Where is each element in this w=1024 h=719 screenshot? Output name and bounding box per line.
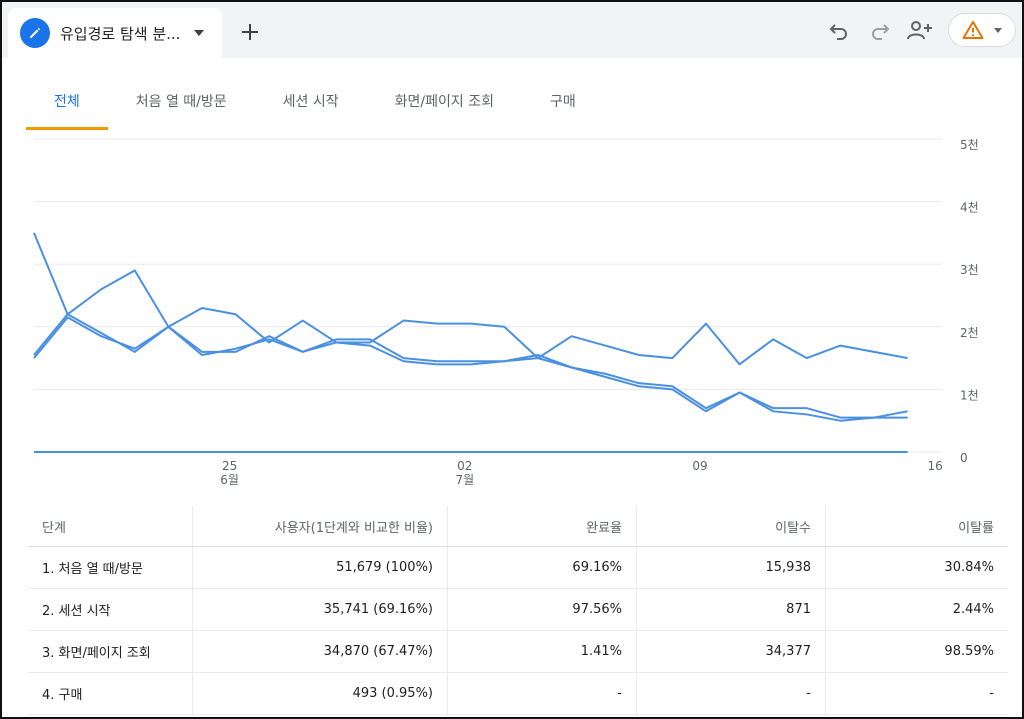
step-label: 4. 구매	[28, 672, 193, 715]
header-abandonment-rate: 이탈률	[825, 506, 1008, 547]
series-line	[33, 232, 908, 366]
y-tick-label: 4천	[960, 200, 979, 215]
report-frame: 유입경로 탐색 분... 전체 처음 열 때/방문 세션 시작 화면/페이지 조…	[0, 0, 1024, 719]
table-row: 4. 구매 493 (0.95%) - - -	[28, 672, 1008, 715]
y-tick-label: 0	[960, 451, 968, 465]
header-abandonments: 이탈수	[636, 506, 826, 547]
completion-rate-cell: 97.56%	[447, 588, 637, 631]
x-tick-month: 6월	[220, 473, 239, 487]
users-cell: 34,870 (67.47%)	[192, 630, 448, 673]
users-cell: 493 (0.95%)	[192, 672, 448, 715]
x-tick-month: 7월	[455, 473, 474, 487]
header-completion-rate: 완료율	[447, 506, 637, 547]
abandonment-rate-cell: 98.59%	[825, 630, 1008, 673]
header-step: 단계	[28, 506, 193, 547]
series-line	[33, 316, 908, 422]
completion-rate-cell: 69.16%	[447, 546, 637, 589]
abandonments-cell: 34,377	[636, 630, 826, 673]
funnel-table: 단계 사용자(1단계와 비교한 비율) 완료율 이탈수 이탈률 1. 처음 열 …	[28, 506, 1008, 715]
table-row: 2. 세션 시작 35,741 (69.16%) 97.56% 871 2.44…	[28, 588, 1008, 631]
x-tick-label: 16	[928, 459, 943, 473]
step-label: 2. 세션 시작	[28, 588, 193, 631]
abandonment-rate-cell: -	[825, 672, 1008, 715]
users-cell: 35,741 (69.16%)	[192, 588, 448, 631]
table-header-row: 단계 사용자(1단계와 비교한 비율) 완료율 이탈수 이탈률	[28, 506, 1008, 547]
completion-rate-cell: 1.41%	[447, 630, 637, 673]
table-row: 3. 화면/페이지 조회 34,870 (67.47%) 1.41% 34,37…	[28, 630, 1008, 673]
funnel-trend-chart: 5천 4천 3천 2천 1천 0 256월 027월 09 16	[33, 137, 979, 487]
abandonments-cell: 15,938	[636, 546, 826, 589]
abandonments-cell: 871	[636, 588, 826, 631]
x-tick-label: 25	[222, 459, 237, 473]
abandonments-cell: -	[636, 672, 826, 715]
x-tick-label: 09	[692, 459, 707, 473]
step-label: 1. 처음 열 때/방문	[28, 546, 193, 589]
users-cell: 51,679 (100%)	[192, 546, 448, 589]
abandonment-rate-cell: 30.84%	[825, 546, 1008, 589]
y-tick-label: 5천	[960, 137, 979, 152]
abandonment-rate-cell: 2.44%	[825, 588, 1008, 631]
x-tick-label: 02	[457, 459, 472, 473]
y-tick-label: 1천	[960, 387, 979, 402]
header-users: 사용자(1단계와 비교한 비율)	[192, 506, 448, 547]
y-tick-label: 3천	[960, 262, 979, 277]
completion-rate-cell: -	[447, 672, 637, 715]
y-tick-label: 2천	[960, 325, 979, 340]
step-label: 3. 화면/페이지 조회	[28, 630, 193, 673]
table-row: 1. 처음 열 때/방문 51,679 (100%) 69.16% 15,938…	[28, 546, 1008, 589]
